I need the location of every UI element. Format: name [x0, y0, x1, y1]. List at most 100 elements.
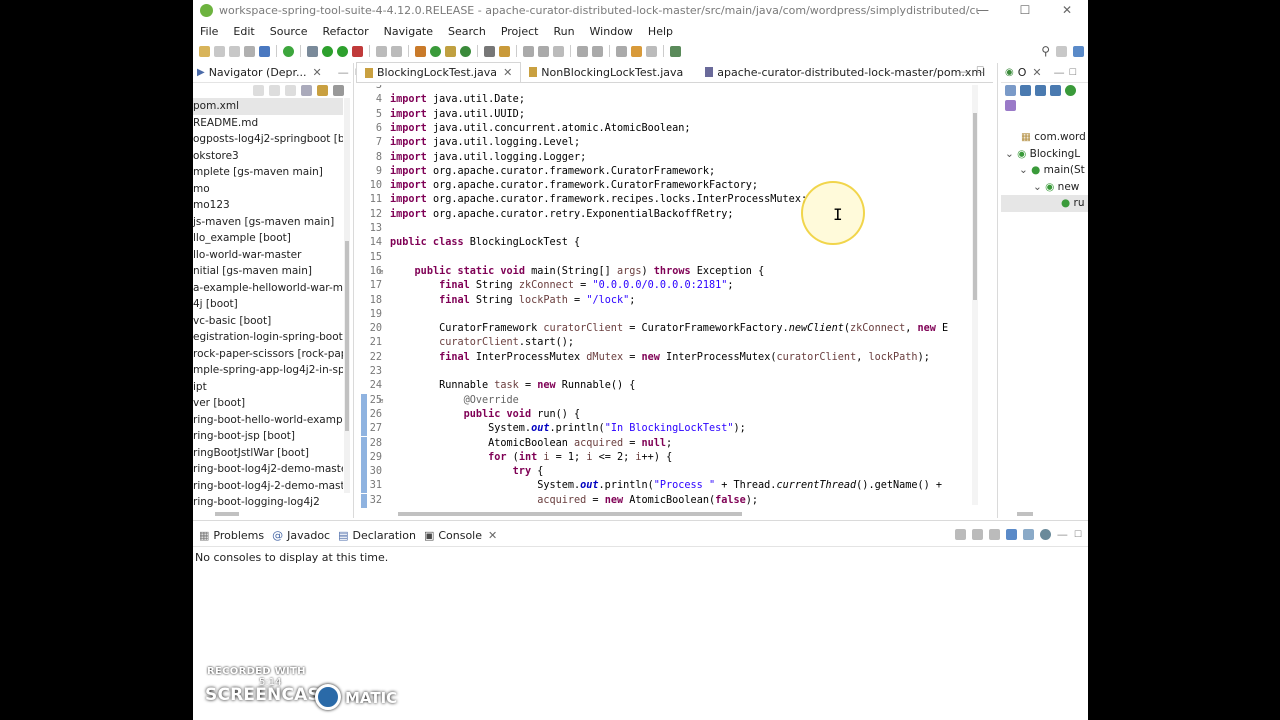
navigator-item[interactable]: ipt: [193, 379, 343, 396]
code-line[interactable]: 24 Runnable task = new Runnable() {: [356, 379, 976, 393]
code-line[interactable]: 20 CuratorFramework curatorClient = Cura…: [356, 322, 976, 336]
menu-help[interactable]: Help: [641, 25, 681, 38]
tab-nonblockinglocktest[interactable]: NonBlockingLockTest.java: [521, 62, 691, 82]
save-all-icon[interactable]: [229, 45, 240, 57]
maximize-view-icon[interactable]: ☐: [1074, 530, 1082, 540]
fold-icon[interactable]: ⊟: [379, 265, 383, 279]
view-menu-icon[interactable]: [333, 85, 344, 96]
pin-console-icon[interactable]: [1022, 529, 1034, 540]
tab-blockinglocktest[interactable]: BlockingLockTest.java ✕: [356, 62, 522, 82]
scroll-lock-icon[interactable]: [971, 529, 983, 540]
tab-pom-xml[interactable]: apache-curator-distributed-lock-master/p…: [697, 62, 993, 82]
maximize-view-icon[interactable]: ☐: [1069, 68, 1077, 78]
back-nav-icon[interactable]: [253, 85, 264, 96]
new-package-icon[interactable]: [445, 45, 456, 57]
outline-item-class[interactable]: ⌄ ◉ BlockingL: [1001, 146, 1088, 163]
hide-fields-icon[interactable]: [1020, 85, 1031, 96]
close-icon[interactable]: ✕: [488, 529, 497, 542]
sort-icon[interactable]: [1005, 85, 1016, 96]
code-line[interactable]: 31 System.out.println("Process " + Threa…: [356, 479, 976, 494]
close-icon[interactable]: ✕: [1046, 0, 1088, 20]
clear-console-icon[interactable]: [954, 529, 966, 540]
last-edit-icon[interactable]: [616, 45, 627, 57]
menu-run[interactable]: Run: [546, 25, 582, 38]
navigator-item[interactable]: ringBootJstlWar [boot]: [193, 445, 343, 462]
outline-item-anon[interactable]: ⌄ ◉ new: [1001, 179, 1088, 196]
coverage-icon[interactable]: [352, 45, 363, 57]
run-icon[interactable]: [322, 45, 333, 57]
code-line[interactable]: 4 import java.util.Date;: [356, 93, 976, 107]
navigator-item[interactable]: ver [boot]: [193, 395, 343, 412]
navigator-item[interactable]: nitial [gs-maven main]: [193, 263, 343, 280]
code-line[interactable]: 8 import java.util.logging.Logger;: [356, 151, 976, 165]
code-line[interactable]: 10 import org.apache.curator.framework.Cu…: [356, 179, 976, 193]
code-line[interactable]: 7 import java.util.logging.Level;: [356, 136, 976, 150]
code-line[interactable]: 28 AtomicBoolean acquired = null;: [356, 436, 976, 451]
link-editor-icon[interactable]: [317, 85, 328, 96]
code-line[interactable]: 17 final String zkConnect = "0.0.0.0/0.0…: [356, 279, 976, 293]
up-nav-icon[interactable]: [285, 85, 296, 96]
open-type-icon[interactable]: [415, 45, 426, 57]
menu-search[interactable]: Search: [441, 25, 494, 38]
navigator-item[interactable]: llo-world-war-master: [193, 247, 343, 264]
annotation-icon[interactable]: [538, 45, 549, 57]
close-icon[interactable]: ✕: [1032, 66, 1041, 79]
back-icon[interactable]: [631, 45, 642, 57]
editor-hscrollbar[interactable]: [398, 512, 742, 516]
code-line[interactable]: 13: [356, 222, 976, 236]
outline-item-main[interactable]: ⌄ ● main(St: [1001, 162, 1088, 179]
settings-icon[interactable]: [1039, 529, 1051, 540]
menu-window[interactable]: Window: [583, 25, 641, 38]
new-icon[interactable]: [199, 45, 210, 57]
navigator-item[interactable]: okstore3: [193, 148, 343, 165]
hide-static-icon[interactable]: [1035, 85, 1046, 96]
navigator-item[interactable]: mo: [193, 181, 343, 198]
navigator-item[interactable]: ring-boot-log4j2-demo-master: [193, 461, 343, 478]
code-line[interactable]: 19: [356, 308, 976, 322]
open-task-icon[interactable]: [484, 45, 495, 57]
open-console-icon[interactable]: [1005, 529, 1017, 540]
code-line[interactable]: 21 curatorClient.start();: [356, 336, 976, 350]
code-line[interactable]: 16 public static void main(String[] args…: [356, 265, 976, 279]
navigator-item[interactable]: rock-paper-scissors [rock-paper: [193, 346, 343, 363]
menu-source[interactable]: Source: [263, 25, 316, 38]
menu-navigate[interactable]: Navigate: [377, 25, 441, 38]
minimize-view-icon[interactable]: —: [1057, 528, 1068, 541]
forward-icon[interactable]: [646, 45, 657, 57]
tab-problems[interactable]: ▦ Problems: [197, 529, 270, 542]
editor-vscrollbar[interactable]: [973, 113, 977, 300]
code-line[interactable]: 26 public void run() {: [356, 407, 976, 422]
code-line[interactable]: 3: [356, 85, 976, 93]
menu-edit[interactable]: Edit: [226, 25, 262, 38]
outline-item-run[interactable]: ● ru: [1001, 195, 1088, 212]
code-line[interactable]: 12 import org.apache.curator.retry.Expone…: [356, 208, 976, 222]
navigator-item[interactable]: llo_example [boot]: [193, 230, 343, 247]
menu-file[interactable]: File: [193, 25, 226, 38]
pilcrow-icon[interactable]: [553, 45, 564, 57]
code-line[interactable]: 29 for (int i = 1; i <= 2; i++) {: [356, 450, 976, 465]
tab-declaration[interactable]: ▤ Declaration: [336, 529, 422, 542]
disconnect-icon[interactable]: [391, 45, 402, 57]
boot-dashboard-icon[interactable]: [283, 45, 294, 57]
java-perspective-icon[interactable]: [1073, 45, 1084, 57]
outline-hscrollbar[interactable]: [1017, 512, 1033, 516]
navigator-item[interactable]: ring-boot-log4j-2-demo-maste: [193, 478, 343, 495]
maximize-icon[interactable]: ☐: [1004, 0, 1046, 20]
chevron-down-icon[interactable]: ⌄: [1005, 148, 1014, 160]
minimize-view-icon[interactable]: —: [1054, 66, 1065, 79]
navigator-item[interactable]: ring-boot-logging-log4j2: [193, 494, 343, 511]
chevron-down-icon[interactable]: ⌄: [1033, 181, 1042, 193]
code-line[interactable]: 32 acquired = new AtomicBoolean(false);: [356, 493, 976, 508]
forward-nav-icon[interactable]: [269, 85, 280, 96]
terminal-icon[interactable]: [259, 45, 270, 57]
navigator-item[interactable]: a-example-helloworld-war-ma: [193, 280, 343, 297]
navigator-hscrollbar[interactable]: [215, 512, 239, 516]
debug-icon[interactable]: [307, 45, 318, 57]
code-line[interactable]: 11 import org.apache.curator.framework.re…: [356, 193, 976, 207]
stop-icon[interactable]: [376, 45, 387, 57]
open-perspective-icon[interactable]: [1056, 45, 1067, 57]
tab-javadoc[interactable]: @ Javadoc: [270, 529, 336, 542]
code-line[interactable]: 18 final String lockPath = "/lock";: [356, 294, 976, 308]
menu-project[interactable]: Project: [494, 25, 547, 38]
code-editor[interactable]: 3 4 import java.util.Date; 5 import java.uti…: [356, 85, 976, 510]
